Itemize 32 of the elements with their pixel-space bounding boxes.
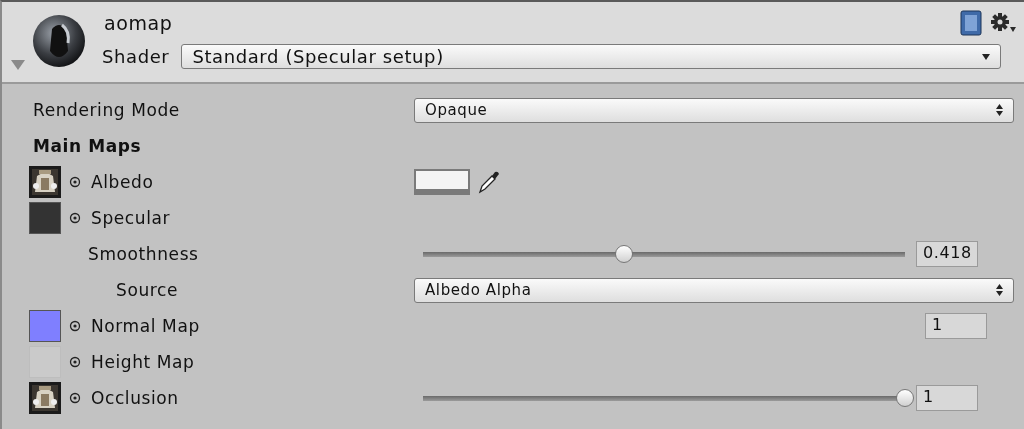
dropdown-arrows-icon <box>996 284 1003 296</box>
property-label: Smoothness <box>88 244 199 264</box>
property-label: Source <box>116 280 178 300</box>
color-swatch[interactable] <box>414 169 470 195</box>
shader-label: Shader <box>102 46 170 67</box>
eyedropper-icon[interactable] <box>478 170 500 194</box>
help-book-icon[interactable] <box>960 10 982 36</box>
number-field[interactable]: 0.418 <box>916 241 978 267</box>
object-picker-icon[interactable] <box>69 356 81 368</box>
number-field[interactable]: 1 <box>916 385 978 411</box>
collapse-arrow-icon[interactable] <box>11 60 25 70</box>
material-name: aomap <box>104 12 173 36</box>
property-label: Occlusion <box>91 388 179 408</box>
shader-dropdown[interactable]: Standard (Specular setup) <box>181 44 1002 69</box>
dropdown-arrow-icon <box>982 53 991 60</box>
property-label: Specular <box>91 208 171 228</box>
dropdown[interactable]: Opaque <box>414 97 1014 123</box>
number-field[interactable]: 1 <box>925 313 987 339</box>
dropdown[interactable]: Albedo Alpha <box>414 277 1014 303</box>
gear-icon[interactable] <box>990 12 1016 34</box>
dropdown-arrows-icon <box>996 104 1003 116</box>
slider-thumb[interactable] <box>615 245 634 263</box>
property-label: Albedo <box>91 172 154 192</box>
section-heading: Main Maps <box>33 136 142 156</box>
property-label: Normal Map <box>91 316 200 336</box>
object-picker-icon[interactable] <box>69 212 81 224</box>
object-picker-icon[interactable] <box>69 320 81 332</box>
property-label: Rendering Mode <box>33 100 180 120</box>
property-label: Height Map <box>91 352 195 372</box>
object-picker-icon[interactable] <box>69 176 81 188</box>
object-picker-icon[interactable] <box>69 392 81 404</box>
slider-thumb[interactable] <box>896 389 914 407</box>
